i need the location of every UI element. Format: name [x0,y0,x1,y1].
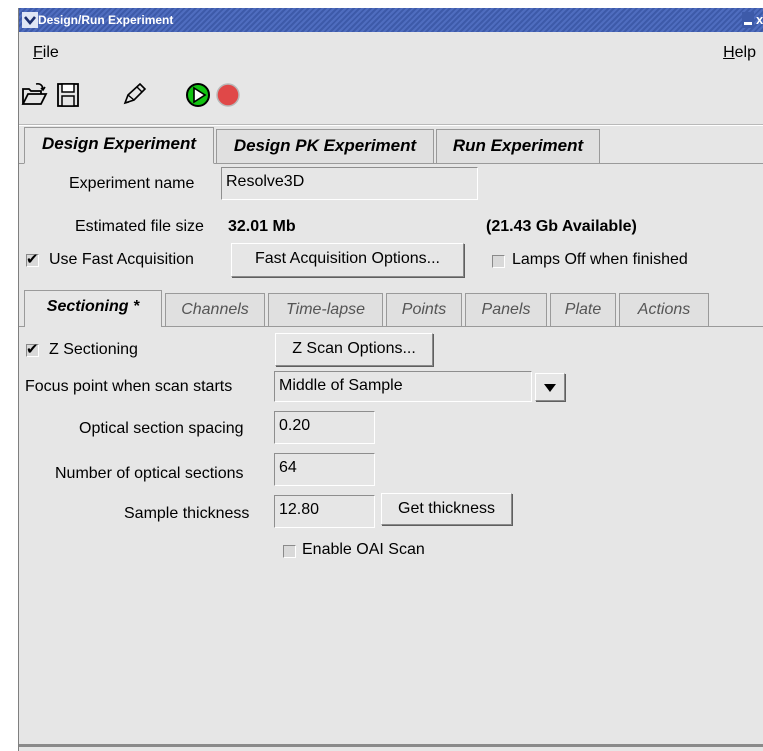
available-space: (21.43 Gb Available) [486,218,637,235]
tab-design-experiment[interactable]: Design Experiment [24,127,214,164]
sample-thickness-label: Sample thickness [124,505,250,522]
fast-acquisition-options-button[interactable]: Fast Acquisition Options... [231,243,464,277]
z-scan-options-button[interactable]: Z Scan Options... [275,333,433,366]
tab-channels[interactable]: Channels [165,293,265,326]
tab-time-lapse[interactable]: Time-lapse [268,293,383,326]
num-sections-input[interactable]: 64 [274,453,375,486]
menu-bar: File Help [19,32,763,72]
tab-plate[interactable]: Plate [550,293,616,326]
save-icon[interactable] [53,80,83,110]
menu-file[interactable]: File [33,44,59,62]
toolbar [19,74,763,122]
minimize-button[interactable] [742,12,754,28]
focus-point-dropdown[interactable] [535,373,565,401]
design-run-experiment-window: Design/Run Experiment x File Help Design… [18,8,763,751]
window-bottom-border [19,744,763,747]
lamps-off-label: Lamps Off when finished [512,251,688,268]
tab-sectioning[interactable]: Sectioning * [24,290,162,327]
menu-help[interactable]: Help [723,44,756,62]
enable-oai-scan-label: Enable OAI Scan [302,541,425,558]
get-thickness-button[interactable]: Get thickness [381,493,512,525]
experiment-name-label: Experiment name [69,175,195,192]
focus-point-select[interactable]: Middle of Sample [274,371,532,402]
section-spacing-label: Optical section spacing [79,420,244,437]
edit-pen-icon[interactable] [119,80,149,110]
focus-point-label: Focus point when scan starts [25,378,233,395]
title-bar[interactable]: Design/Run Experiment x [19,8,763,32]
tab-run-experiment[interactable]: Run Experiment [436,129,600,163]
use-fast-acquisition-checkbox[interactable] [26,250,39,268]
lamps-off-checkbox[interactable] [492,255,505,268]
z-sectioning-label: Z Sectioning [49,341,138,358]
open-folder-icon[interactable] [19,80,49,110]
tab-panels[interactable]: Panels [465,293,547,326]
section-spacing-input[interactable]: 0.20 [274,411,375,444]
tab-design-pk-experiment[interactable]: Design PK Experiment [216,129,434,163]
play-icon[interactable] [183,80,213,110]
chevron-down-icon [544,384,556,392]
tab-actions[interactable]: Actions [619,293,709,326]
num-sections-label: Number of optical sections [55,465,244,482]
z-sectioning-checkbox[interactable] [26,340,39,358]
window-title: Design/Run Experiment [38,13,174,27]
sample-thickness-input[interactable]: 12.80 [274,495,375,528]
tab-points[interactable]: Points [386,293,462,326]
enable-oai-scan-checkbox[interactable] [283,545,296,558]
file-size-label: Estimated file size [75,218,204,235]
record-stop-icon[interactable] [213,80,243,110]
experiment-name-input[interactable]: Resolve3D [221,167,478,200]
use-fast-acquisition-label: Use Fast Acquisition [49,251,194,268]
window-menu-chevron-icon[interactable] [22,12,38,28]
close-button[interactable]: x [756,12,763,28]
toolbar-divider [19,124,763,126]
file-size-value: 32.01 Mb [228,218,296,235]
